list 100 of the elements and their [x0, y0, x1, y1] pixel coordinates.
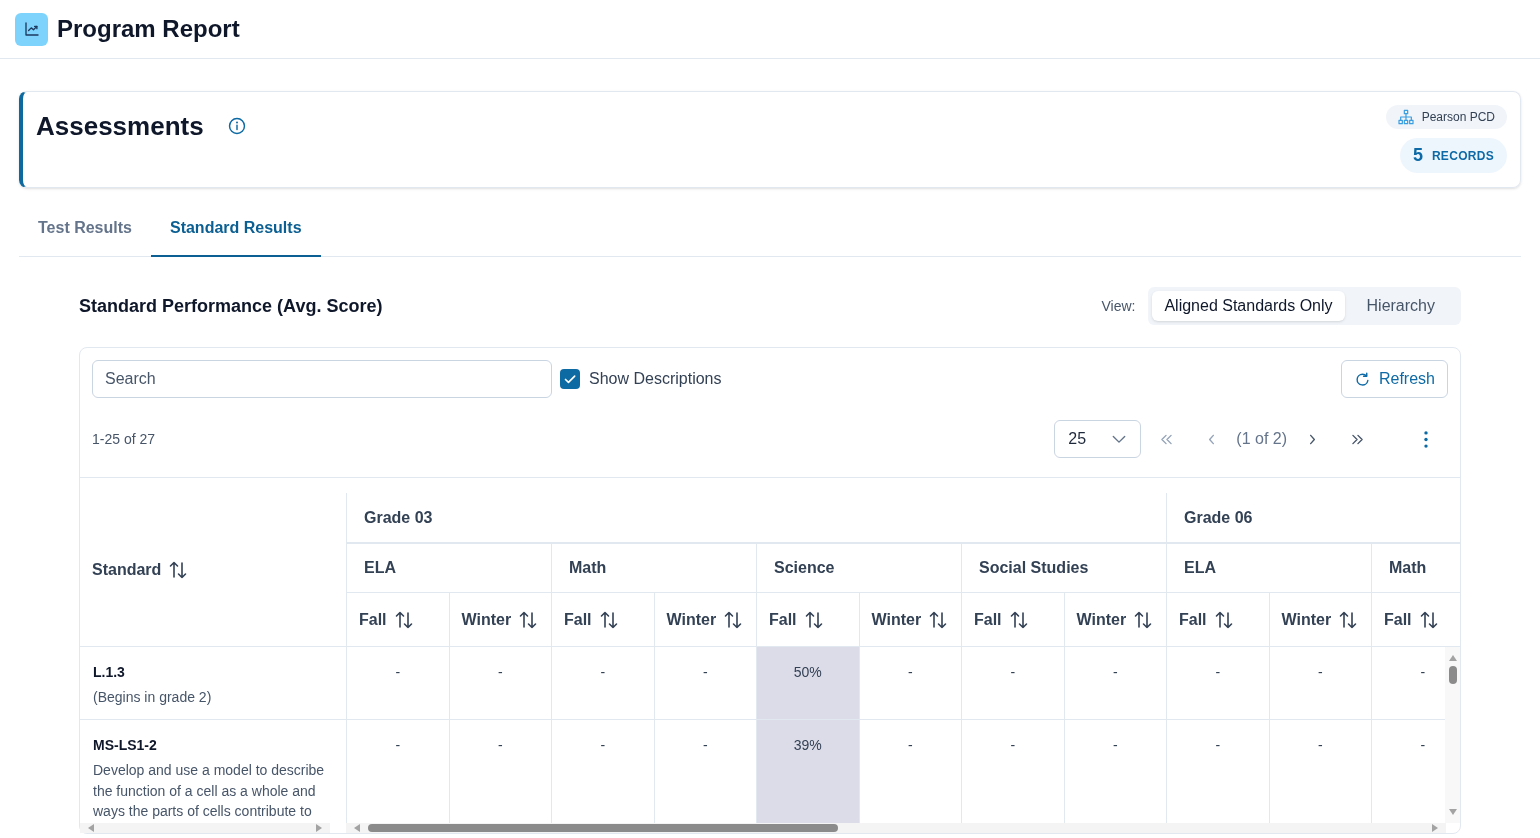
- column-header-label: Fall: [974, 609, 1002, 630]
- column-header[interactable]: Winter: [448, 593, 551, 646]
- chart-icon: [15, 12, 48, 46]
- cell-value: -: [1112, 663, 1118, 682]
- sort-icon[interactable]: [169, 560, 188, 579]
- grade-label: Grade 03: [364, 507, 433, 528]
- subject-label: Math: [569, 558, 607, 578]
- sort-icon[interactable]: [1339, 610, 1358, 629]
- column-header[interactable]: Fall: [346, 593, 449, 646]
- cell-value: -: [1420, 736, 1426, 755]
- card-title: Assessments: [36, 110, 204, 142]
- refresh-button[interactable]: Refresh: [1340, 360, 1448, 398]
- checkbox[interactable]: [560, 369, 580, 389]
- view-option[interactable]: Aligned Standards Only: [1152, 291, 1345, 321]
- cell-value: -: [497, 663, 503, 682]
- standard-description: (Begins in grade 2): [93, 688, 213, 707]
- grade-label: Grade 06: [1184, 507, 1253, 528]
- tab[interactable]: Test Results: [19, 200, 151, 257]
- scrollbar-thumb[interactable]: [1448, 666, 1457, 684]
- column-header[interactable]: Winter: [653, 593, 756, 646]
- cell-value: -: [1010, 663, 1016, 682]
- column-header-label: Winter: [1281, 609, 1332, 630]
- section-title: Standard Performance (Avg. Score): [79, 294, 383, 318]
- info-icon[interactable]: [227, 117, 246, 135]
- column-header[interactable]: Fall: [551, 593, 654, 646]
- sort-icon[interactable]: [599, 610, 618, 629]
- records-count: 5: [1412, 144, 1423, 167]
- cell-value: -: [702, 736, 708, 755]
- refresh-icon: [1353, 370, 1371, 388]
- cell-value: -: [395, 663, 401, 682]
- sort-icon[interactable]: [519, 610, 538, 629]
- column-header-label: Winter: [871, 609, 922, 630]
- column-header[interactable]: Fall: [756, 593, 859, 646]
- cell-value: -: [600, 736, 606, 755]
- cell-value: -: [1317, 736, 1323, 755]
- double-chevron-left-icon: [1159, 433, 1173, 445]
- column-header-label: Fall: [1384, 609, 1412, 630]
- column-header-label: Fall: [564, 609, 592, 630]
- sort-icon[interactable]: [804, 610, 823, 629]
- subject-label: Science: [774, 558, 835, 578]
- column-header[interactable]: Fall: [1166, 593, 1269, 646]
- column-header-label: Fall: [1179, 609, 1207, 630]
- chevron-right-icon: [1308, 433, 1316, 445]
- records-label: RECORDS: [1431, 147, 1494, 165]
- standard-code: MS-LS1-2: [93, 736, 158, 755]
- column-header[interactable]: Standard: [80, 493, 346, 646]
- column-header-label: Standard: [92, 559, 162, 580]
- column-header-label: Fall: [359, 609, 387, 630]
- column-header[interactable]: Winter: [1063, 593, 1166, 646]
- cell-value: -: [497, 736, 503, 755]
- page-title: Program Report: [57, 14, 240, 44]
- cell-value: -: [1420, 663, 1426, 682]
- column-header-label: Winter: [666, 609, 717, 630]
- sort-icon[interactable]: [724, 610, 743, 629]
- page-status: (1 of 2): [1236, 429, 1287, 449]
- cell-value: -: [907, 663, 913, 682]
- search-field[interactable]: Search: [92, 360, 552, 398]
- scrollbar-thumb[interactable]: [368, 824, 838, 832]
- tab[interactable]: Standard Results: [150, 200, 321, 257]
- sort-icon[interactable]: [929, 610, 948, 629]
- sort-icon[interactable]: [1134, 610, 1153, 629]
- subject-label: Math: [1389, 558, 1427, 578]
- cell-value: -: [1215, 663, 1221, 682]
- column-header[interactable]: Winter: [1268, 593, 1371, 646]
- cell-value: -: [1010, 736, 1016, 755]
- cell-value: -: [1112, 736, 1118, 755]
- page-size-select[interactable]: 25: [1054, 420, 1142, 458]
- cell-value: -: [1317, 663, 1323, 682]
- view-option[interactable]: Hierarchy: [1344, 291, 1457, 321]
- cell-value: -: [395, 736, 401, 755]
- sort-icon[interactable]: [1419, 610, 1438, 629]
- cell-value: -: [907, 736, 913, 755]
- source-label: Pearson PCD: [1421, 109, 1495, 126]
- chevron-down-icon: [1112, 434, 1127, 444]
- sort-icon[interactable]: [394, 610, 413, 629]
- more-options-icon: [1424, 430, 1428, 448]
- column-header[interactable]: Fall: [1371, 593, 1460, 646]
- horizontal-scrollbar[interactable]: [346, 823, 1446, 833]
- standard-code: L.1.3: [93, 663, 126, 682]
- cell-value: -: [600, 663, 606, 682]
- range-text: 1-25 of 27: [92, 429, 156, 449]
- sitemap-icon: [1397, 109, 1414, 125]
- chevron-left-icon: [1207, 433, 1215, 445]
- column-header-label: Winter: [1076, 609, 1127, 630]
- cell-value: 50%: [793, 663, 822, 682]
- standard-description: Develop and use a model to describe the function of a cell as a whole and ways the parts of cells contribute to: [93, 761, 326, 821]
- subject-label: Social Studies: [979, 558, 1089, 578]
- double-chevron-right-icon: [1350, 433, 1364, 445]
- subject-label: ELA: [364, 558, 396, 578]
- cell-value: -: [1215, 736, 1221, 755]
- subject-label: ELA: [1184, 558, 1216, 578]
- column-header[interactable]: Fall: [961, 593, 1064, 646]
- cell-value: 39%: [793, 736, 822, 755]
- column-header-label: Fall: [769, 609, 797, 630]
- sort-icon[interactable]: [1214, 610, 1233, 629]
- checkbox-label: Show Descriptions: [589, 369, 722, 389]
- sort-icon[interactable]: [1009, 610, 1028, 629]
- cell-value: -: [702, 663, 708, 682]
- column-header[interactable]: Winter: [858, 593, 961, 646]
- vertical-scrollbar[interactable]: [1445, 647, 1460, 823]
